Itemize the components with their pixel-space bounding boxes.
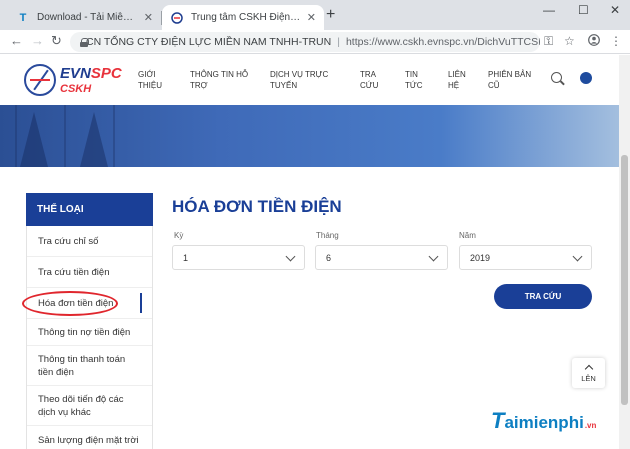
new-tab-button[interactable]: + [326,6,335,24]
nam-label: Năm [459,231,476,240]
power-tower-graphic [80,112,108,167]
ky-label: Kỳ [174,231,184,240]
close-tab-icon[interactable]: ✕ [307,11,316,24]
chevron-up-icon [584,364,593,374]
logo-brand: EVNSPC [60,65,122,82]
nav-lien-he[interactable]: Liên hệ [448,69,466,91]
chevron-down-icon [285,251,296,262]
browser-tab-cskh[interactable]: Trung tâm CSKH Điện lực miền N ✕ [162,5,324,30]
nav-phien-ban-cu[interactable]: Phiên bản cũ [488,69,531,91]
power-line-graphic [113,105,115,167]
category-sidebar: Thể loại Tra cứu chỉ số Tra cứu tiền điệ… [22,193,153,449]
maximize-button[interactable]: ☐ [578,3,589,17]
account-icon[interactable] [588,34,600,49]
nav-gioi-thieu[interactable]: Giới thiệu [138,69,162,91]
nav-dich-vu-truc-tuyen[interactable]: Dịch vụ trực tuyến [270,69,328,91]
browser-tabbar: T Download - Tải Miễn Phí VN - P ✕ Trung… [0,0,630,30]
reload-button[interactable]: ↻ [51,33,62,49]
tab-title: Trung tâm CSKH Điện lực miền N [191,12,301,23]
menu-icon[interactable]: ⋮ [610,34,622,48]
power-line-graphic [64,105,66,167]
key-icon[interactable]: ⚿ [544,34,553,49]
nav-tin-tuc[interactable]: Tin tức [405,69,423,91]
taimienphi-favicon-icon: T [19,11,27,24]
scroll-top-label: Lên [581,374,596,383]
url-text: https://www.cskh.evnspc.vn/DichVuTTCSKH/… [345,36,540,48]
power-line-graphic [15,105,17,167]
nam-value: 2019 [470,252,491,263]
thang-value: 6 [326,252,332,263]
site-organization: CN TỔNG CTY ĐIỆN LỰC MIỀN NAM TNHH-TRUN [86,36,332,48]
star-icon[interactable]: ☆ [564,34,575,48]
hero-banner [0,105,630,167]
page-scrollbar[interactable] [619,55,630,449]
thang-select[interactable]: 6 [315,245,448,270]
chevron-down-icon [572,251,583,262]
logo-subtitle: CSKH [60,83,92,95]
tab-title: Download - Tải Miễn Phí VN - P [37,12,138,23]
ky-select[interactable]: 1 [172,245,305,270]
back-button[interactable]: ← [10,33,23,48]
nam-select[interactable]: 2019 [459,245,592,270]
nav-tra-cuu[interactable]: Tra cứu [360,69,378,91]
address-separator: | [337,36,340,48]
highlight-oval [22,291,118,316]
ky-value: 1 [183,252,189,263]
thang-label: Tháng [316,231,339,240]
sidebar-heading: Thể loại [26,193,153,226]
evn-logo-icon [24,64,56,96]
sidebar-item-tra-cuu-tien-dien[interactable]: Tra cứu tiền điện [27,257,152,288]
minimize-button[interactable]: — [543,3,555,17]
tra-cuu-button[interactable]: Tra cứu [494,284,592,309]
forward-button[interactable]: → [31,33,44,48]
sidebar-item-thong-tin-thanh-toan[interactable]: Thông tin thanh toán tiền điện [27,346,152,386]
taimienphi-watermark: Taimienphi .vn [491,408,597,433]
evnspc-logo[interactable]: EVNSPC CSKH [24,64,124,98]
user-icon[interactable] [580,72,592,84]
close-tab-icon[interactable]: ✕ [144,11,153,24]
sidebar-item-tra-cuu-chi-so[interactable]: Tra cứu chỉ số [27,226,152,257]
close-window-button[interactable]: ✕ [610,3,620,17]
nav-thong-tin-ho-tro[interactable]: Thông tin hỗ trợ [190,69,248,91]
evn-favicon-icon [170,11,184,25]
browser-tab-download[interactable]: T Download - Tải Miễn Phí VN - P ✕ [8,5,161,30]
scroll-to-top-button[interactable]: Lên [572,358,605,388]
address-bar[interactable]: CN TỔNG CTY ĐIỆN LỰC MIỀN NAM TNHH-TRUN … [70,32,540,52]
search-icon[interactable] [551,72,562,83]
scrollbar-thumb[interactable] [621,155,628,405]
power-tower-graphic [20,112,48,167]
sidebar-item-thong-tin-no[interactable]: Thông tin nợ tiền điện [27,319,152,346]
browser-toolbar: ← → ↻ CN TỔNG CTY ĐIỆN LỰC MIỀN NAM TNHH… [0,30,630,54]
sidebar-item-san-luong-dien-mat-troi[interactable]: Sản lượng điện mặt trời [27,426,152,449]
chevron-down-icon [428,251,439,262]
sidebar-item-hoa-don-tien-dien[interactable]: Hóa đơn tiền điện [22,288,152,319]
page-content: Thể loại Tra cứu chỉ số Tra cứu tiền điệ… [0,167,630,449]
sidebar-list: Tra cứu chỉ số Tra cứu tiền điện Hóa đơn… [22,226,153,449]
page-title: Hóa đơn tiền điện [172,197,342,216]
site-header: EVNSPC CSKH Giới thiệu Thông tin hỗ trợ Dị… [0,55,630,105]
sidebar-item-theo-doi-tien-do[interactable]: Theo dõi tiến độ các dịch vụ khác [27,386,152,426]
